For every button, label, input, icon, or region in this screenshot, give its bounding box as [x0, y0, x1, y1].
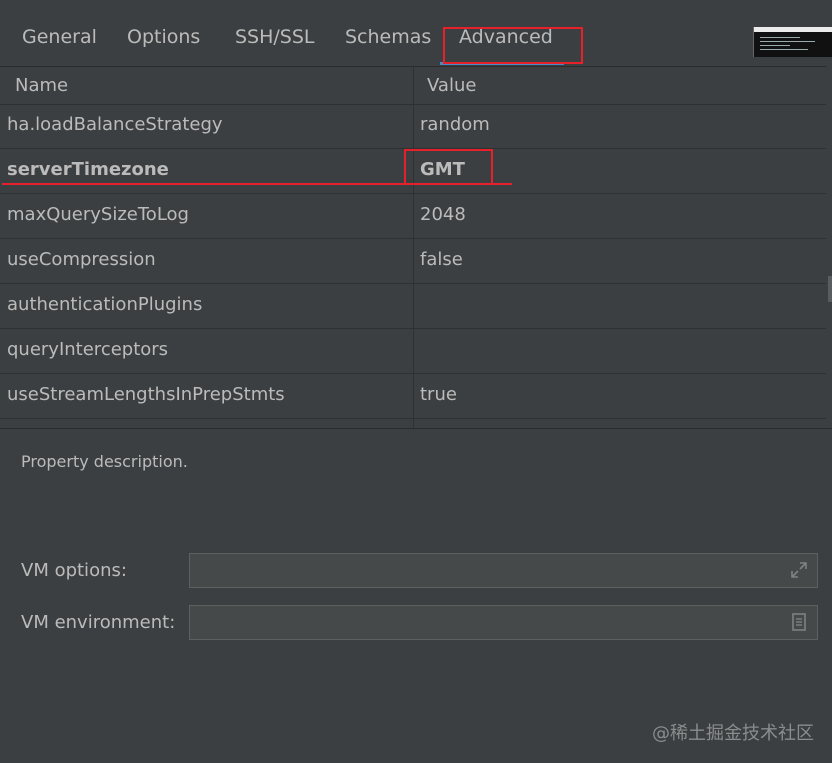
column-header-name[interactable]: Name [15, 75, 68, 96]
property-value[interactable]: random [420, 114, 490, 135]
data-source-advanced-panel: General Options SSH/SSL Schemas Advanced… [0, 0, 832, 763]
tab-schemas[interactable]: Schemas [345, 26, 431, 48]
property-name: maxQuerySizeToLog [7, 204, 189, 225]
vm-options-label: VM options: [21, 560, 127, 581]
property-name: ha.loadBalanceStrategy [7, 114, 223, 135]
tab-bar: General Options SSH/SSL Schemas Advanced [0, 0, 832, 66]
tab-options[interactable]: Options [127, 26, 200, 48]
scrollbar-thumb[interactable] [828, 276, 832, 302]
expand-icon[interactable] [789, 560, 809, 580]
column-separator[interactable] [413, 67, 414, 429]
annotation-box-value [404, 149, 493, 185]
property-description: Property description. [21, 452, 188, 471]
properties-table: Name Value ha.loadBalanceStrategy random… [0, 66, 826, 429]
tab-general[interactable]: General [22, 26, 97, 48]
property-value[interactable]: false [420, 249, 463, 270]
property-name: useStreamLengthsInPrepStmts [7, 384, 285, 405]
vm-options-field[interactable] [189, 553, 818, 588]
vm-environment-field[interactable] [189, 605, 818, 640]
property-name: authenticationPlugins [7, 294, 203, 315]
property-name: queryInterceptors [7, 339, 169, 360]
property-name: useCompression [7, 249, 156, 270]
vm-environment-label: VM environment: [21, 612, 176, 633]
property-name: serverTimezone [7, 159, 169, 180]
property-value[interactable]: 2048 [420, 204, 466, 225]
tab-ssh-ssl[interactable]: SSH/SSL [235, 26, 315, 48]
property-value[interactable]: true [420, 384, 457, 405]
screenshot-thumbnail [753, 27, 832, 57]
divider [0, 428, 832, 429]
column-header-value[interactable]: Value [427, 75, 476, 96]
watermark: @稀土掘金技术社区 [652, 723, 814, 744]
annotation-box-advanced [443, 27, 583, 64]
list-icon[interactable] [789, 612, 809, 632]
table-scrollbar[interactable] [826, 66, 832, 428]
